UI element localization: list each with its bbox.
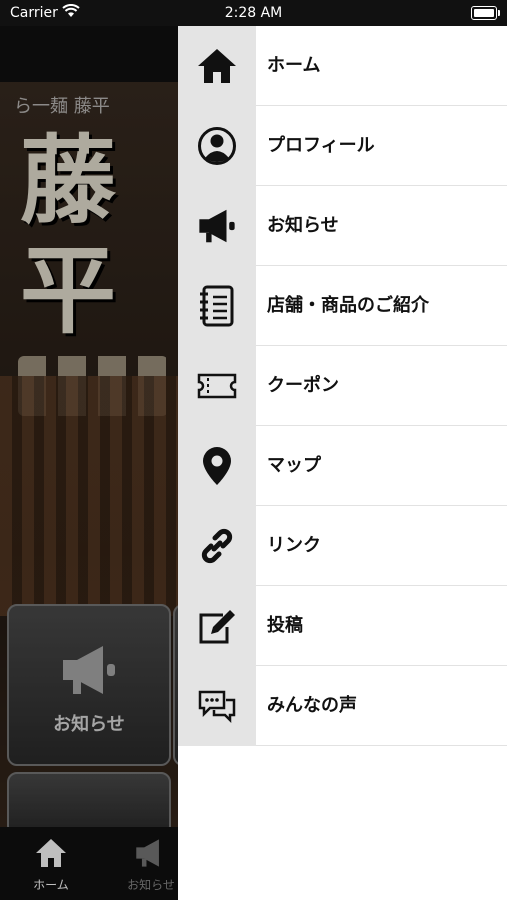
profile-icon — [178, 106, 256, 186]
menu-item-label: マップ — [267, 455, 321, 476]
map-pin-icon — [178, 426, 256, 506]
menu-item-news[interactable]: お知らせ — [178, 186, 507, 266]
notebook-icon — [178, 266, 256, 346]
link-icon — [178, 506, 256, 586]
menu-item-map[interactable]: マップ — [178, 426, 507, 506]
menu-item-home[interactable]: ホーム — [178, 26, 507, 106]
menu-item-link[interactable]: リンク — [178, 506, 507, 586]
menu-item-label: クーポン — [267, 375, 339, 396]
chat-bubbles-icon — [178, 666, 256, 746]
menu-item-label: リンク — [267, 535, 321, 556]
menu-item-shop-intro[interactable]: 店舗・商品のご紹介 — [178, 266, 507, 346]
menu-item-label: みんなの声 — [267, 695, 357, 716]
menu-item-post[interactable]: 投稿 — [178, 586, 507, 666]
side-menu: ホーム プロフィール お知らせ 店舗・商品のご紹介 クーポン マップ リンク 投… — [178, 26, 507, 900]
menu-item-profile[interactable]: プロフィール — [178, 106, 507, 186]
menu-item-label: ホーム — [267, 55, 321, 76]
menu-item-voices[interactable]: みんなの声 — [178, 666, 507, 746]
battery-icon — [471, 6, 500, 20]
menu-item-label: お知らせ — [267, 215, 339, 236]
menu-item-label: プロフィール — [267, 135, 375, 156]
status-time: 2:28 AM — [224, 5, 283, 21]
status-bar: Carrier 2:28 AM — [0, 0, 507, 26]
home-icon — [178, 26, 256, 106]
megaphone-icon — [178, 186, 256, 266]
ticket-icon — [178, 346, 256, 426]
edit-icon — [178, 586, 256, 666]
menu-item-label: 店舗・商品のご紹介 — [267, 295, 429, 316]
menu-item-coupon[interactable]: クーポン — [178, 346, 507, 426]
menu-item-label: 投稿 — [267, 615, 303, 636]
